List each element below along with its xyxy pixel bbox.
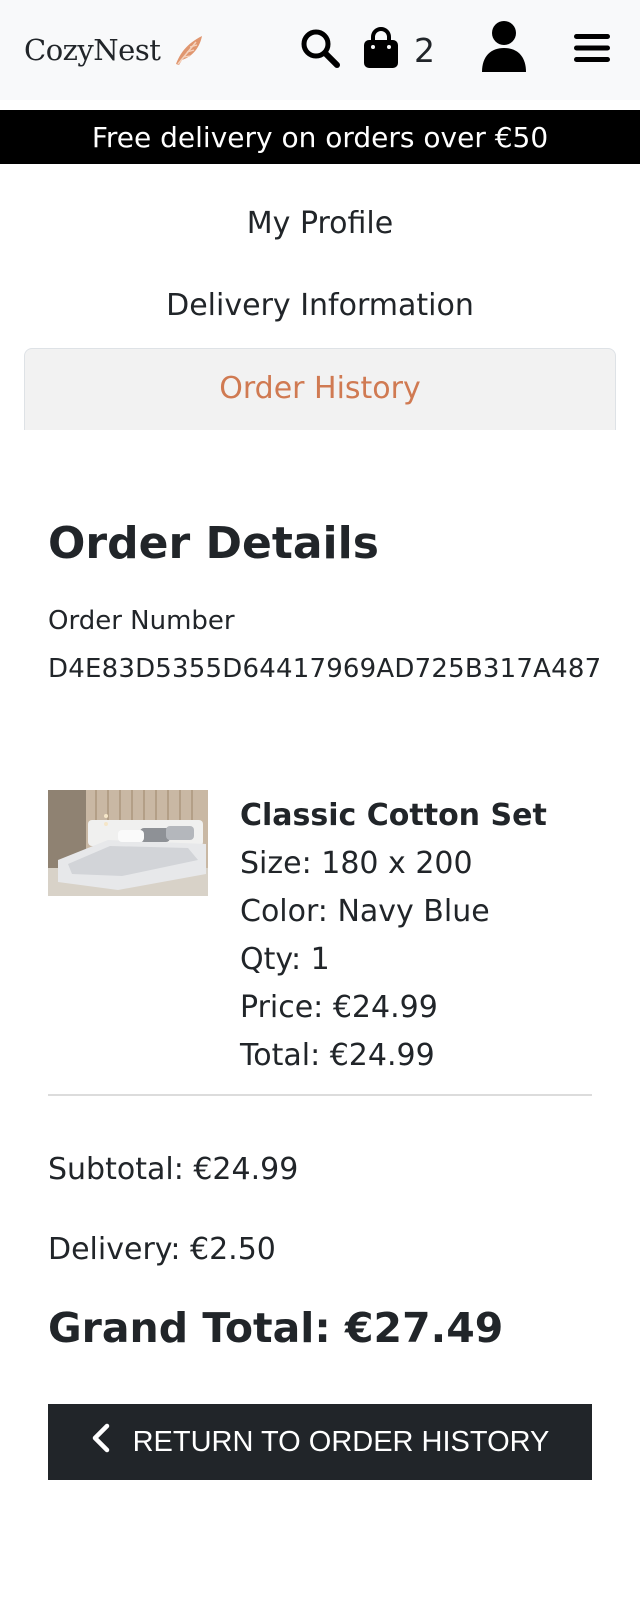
- order-number-label: Order Number: [48, 606, 235, 636]
- menu-toggle-button[interactable]: [572, 26, 612, 74]
- order-details-section: Order Details: [48, 518, 592, 569]
- order-number: D4E83D5355D64417969AD725B317A487: [48, 654, 602, 684]
- grand-total: Grand Total: €27.49: [48, 1304, 504, 1352]
- account-button[interactable]: [480, 20, 528, 76]
- subtotal: Subtotal: €24.99: [48, 1152, 299, 1187]
- product-price: Price: €24.99: [240, 990, 438, 1025]
- search-icon: [299, 27, 341, 73]
- search-button[interactable]: [296, 26, 344, 74]
- cart-count: 2: [414, 30, 435, 70]
- user-icon: [481, 20, 527, 76]
- product-size: Size: 180 x 200: [240, 846, 473, 881]
- hamburger-menu-icon: [573, 32, 611, 68]
- nav-item-my-profile[interactable]: My Profile: [24, 184, 616, 266]
- page-title: Order Details: [48, 518, 379, 569]
- nav-item-order-history[interactable]: Order History: [24, 348, 616, 430]
- delivery-cost: Delivery: €2.50: [48, 1232, 276, 1267]
- brand-logo-link[interactable]: CozyNest: [24, 26, 206, 74]
- nav-item-delivery-information[interactable]: Delivery Information: [24, 266, 616, 348]
- return-button-label: RETURN TO ORDER HISTORY: [132, 1425, 550, 1458]
- product-qty: Qty: 1: [240, 942, 330, 977]
- product-image: [48, 790, 208, 896]
- chevron-left-icon: [91, 1423, 111, 1461]
- account-nav: My Profile Delivery Information Order Hi…: [24, 184, 616, 430]
- product-total: Total: €24.99: [240, 1038, 435, 1073]
- site-header: CozyNest 2: [0, 0, 640, 100]
- divider: [48, 1094, 592, 1096]
- cart-button[interactable]: 2: [362, 26, 444, 74]
- shopping-bag-icon: [362, 27, 400, 73]
- product-color: Color: Navy Blue: [240, 894, 490, 929]
- brand-name: CozyNest: [24, 33, 161, 67]
- delivery-banner-text: Free delivery on orders over €50: [91, 120, 549, 154]
- delivery-banner: Free delivery on orders over €50: [0, 110, 640, 164]
- product-name: Classic Cotton Set: [240, 798, 547, 833]
- feather-icon: [170, 32, 206, 68]
- order-item-details: Classic Cotton Set Size: 180 x 200 Color…: [240, 792, 547, 1080]
- return-to-order-history-button[interactable]: RETURN TO ORDER HISTORY: [48, 1404, 592, 1480]
